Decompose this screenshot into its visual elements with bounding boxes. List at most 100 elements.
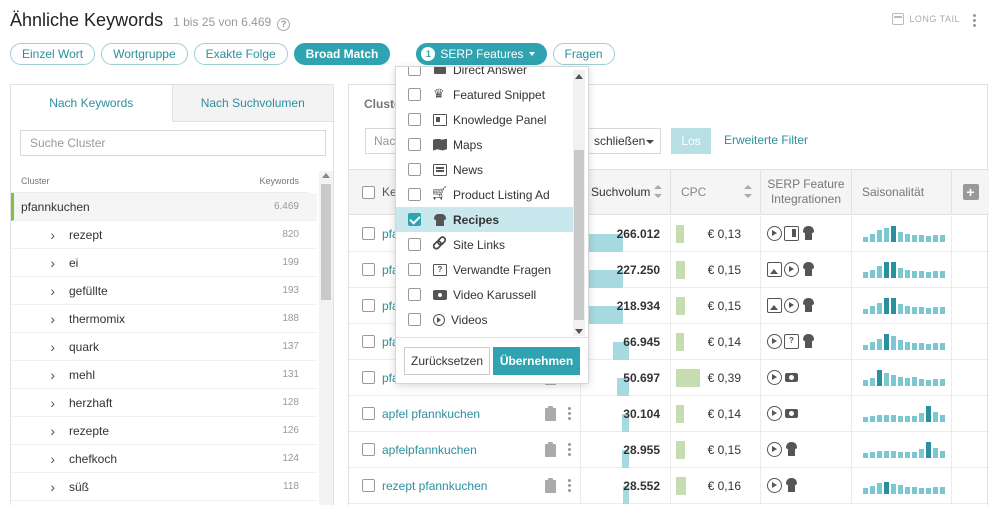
chevron-right-icon[interactable]: › <box>35 451 55 467</box>
help-icon[interactable]: ? <box>277 18 291 31</box>
select-all-checkbox[interactable] <box>362 185 375 199</box>
row-menu-icon[interactable] <box>568 443 571 456</box>
cluster-item[interactable]: › herzhaft 128 <box>11 389 317 417</box>
add-column-button[interactable]: + <box>962 184 979 200</box>
tab-nach-keywords[interactable]: Nach Keywords <box>11 85 172 122</box>
cluster-scrollbar[interactable] <box>319 171 333 505</box>
serp-column-header: SERP Feature Integrationen <box>761 170 852 214</box>
option-checkbox[interactable] <box>408 67 421 76</box>
cluster-name-wrap: › quark <box>35 339 99 355</box>
cluster-item[interactable]: › gefüllte 193 <box>11 277 317 305</box>
more-options-icon[interactable] <box>973 14 976 27</box>
cluster-item[interactable]: › rezepte 126 <box>11 417 317 445</box>
go-button[interactable]: Los <box>671 128 711 154</box>
chevron-right-icon[interactable]: › <box>35 283 55 299</box>
chevron-right-icon[interactable]: › <box>35 339 55 355</box>
pill-fragen[interactable]: Fragen <box>552 43 615 65</box>
option-checkbox[interactable] <box>408 138 421 151</box>
season-bar <box>898 304 903 314</box>
option-checkbox[interactable] <box>408 263 421 276</box>
cluster-item[interactable]: › thermomix 188 <box>11 305 317 333</box>
cluster-column-header[interactable]: Cluster <box>21 169 50 192</box>
serp-option[interactable]: ? Verwandte Fragen <box>396 257 574 282</box>
option-checkbox[interactable] <box>408 213 421 226</box>
row-checkbox[interactable] <box>362 263 375 276</box>
volume-value: 30.104 <box>623 406 660 421</box>
clipboard-icon[interactable] <box>545 406 556 421</box>
cluster-search-input[interactable]: Suche Cluster <box>20 130 326 156</box>
cluster-item[interactable]: › süß 118 <box>11 473 317 501</box>
option-checkbox[interactable] <box>408 288 421 301</box>
chevron-right-icon[interactable]: › <box>35 227 55 243</box>
serp-option-direct-answer[interactable]: Direct Answer <box>396 67 574 82</box>
volume-column-header[interactable]: Suchvolum <box>581 170 671 214</box>
row-menu-icon[interactable] <box>568 407 571 420</box>
cpc-bar <box>676 369 700 387</box>
keyword-link[interactable]: rezept pfannkuchen <box>382 479 487 493</box>
season-bar <box>912 416 917 422</box>
cluster-item[interactable]: › rezept 820 <box>11 221 317 249</box>
row-checkbox[interactable] <box>362 227 375 240</box>
cluster-item[interactable]: › mehl 131 <box>11 361 317 389</box>
keywords-column-header[interactable]: Keywords <box>259 169 299 192</box>
row-checkbox[interactable] <box>362 443 375 456</box>
pill-exakte-folge[interactable]: Exakte Folge <box>193 43 288 65</box>
row-checkbox[interactable] <box>362 371 375 384</box>
option-checkbox[interactable] <box>408 238 421 251</box>
scroll-up-icon[interactable] <box>322 173 330 178</box>
chevron-right-icon[interactable]: › <box>35 367 55 383</box>
reset-button[interactable]: Zurücksetzen <box>404 347 490 375</box>
advanced-filter-link[interactable]: Erweiterte Filter <box>724 133 808 147</box>
pill-wortgruppe[interactable]: Wortgruppe <box>101 43 188 65</box>
keyword-link[interactable]: apfelpfannkuchen <box>382 443 477 457</box>
serp-features-dropdown-button[interactable]: 1 SERP Features <box>416 43 547 65</box>
serp-option[interactable]: Video Karussell <box>396 282 574 307</box>
chevron-right-icon[interactable]: › <box>35 479 55 495</box>
option-checkbox[interactable] <box>408 188 421 201</box>
chevron-right-icon[interactable]: › <box>35 423 55 439</box>
row-checkbox[interactable] <box>362 479 375 492</box>
cluster-item[interactable]: › ei 199 <box>11 249 317 277</box>
serp-option[interactable]: Videos <box>396 307 574 332</box>
option-checkbox[interactable] <box>408 163 421 176</box>
cluster-item[interactable]: › chefkoch 124 <box>11 445 317 473</box>
row-checkbox[interactable] <box>362 335 375 348</box>
season-bar <box>933 343 938 350</box>
row-checkbox[interactable] <box>362 299 375 312</box>
clipboard-icon[interactable] <box>545 442 556 457</box>
apply-button[interactable]: Übernehmen <box>493 347 580 375</box>
cluster-item[interactable]: › quark 137 <box>11 333 317 361</box>
season-bar <box>877 415 882 422</box>
option-checkbox[interactable] <box>408 313 421 326</box>
keyword-link[interactable]: apfel pfannkuchen <box>382 407 480 421</box>
clipboard-icon[interactable] <box>545 478 556 493</box>
serp-option[interactable]: Featured Snippet <box>396 82 574 107</box>
serp-option[interactable]: Maps <box>396 132 574 157</box>
cluster-item-root[interactable]: pfannkuchen 6.469 <box>11 193 317 221</box>
option-checkbox[interactable] <box>408 88 421 101</box>
cpc-column-header[interactable]: CPC <box>671 170 761 214</box>
scroll-down-icon[interactable] <box>575 329 583 334</box>
tab-nach-suchvolumen[interactable]: Nach Suchvolumen <box>171 85 333 122</box>
chevron-right-icon[interactable]: › <box>35 255 55 271</box>
option-checkbox[interactable] <box>408 113 421 126</box>
chevron-right-icon[interactable]: › <box>35 395 55 411</box>
play-icon <box>767 370 782 385</box>
serp-option[interactable]: Knowledge Panel <box>396 107 574 132</box>
pill-broad-match[interactable]: Broad Match <box>293 43 391 65</box>
season-bar <box>863 453 868 458</box>
pill-einzel-wort[interactable]: Einzel Wort <box>10 43 96 65</box>
scroll-up-icon[interactable] <box>575 74 583 79</box>
longtail-toggle[interactable]: LONG TAIL <box>892 13 960 25</box>
serp-option[interactable]: Recipes <box>396 207 574 232</box>
row-menu-icon[interactable] <box>568 479 571 492</box>
scrollbar-thumb[interactable] <box>321 184 331 300</box>
serp-option[interactable]: Site Links <box>396 232 574 257</box>
serp-option[interactable]: Product Listing Ad <box>396 182 574 207</box>
serp-option[interactable]: News <box>396 157 574 182</box>
season-bar <box>919 235 924 242</box>
menu-scrollbar[interactable] <box>573 70 585 336</box>
chevron-right-icon[interactable]: › <box>35 311 55 327</box>
scrollbar-thumb[interactable] <box>574 150 584 320</box>
row-checkbox[interactable] <box>362 407 375 420</box>
